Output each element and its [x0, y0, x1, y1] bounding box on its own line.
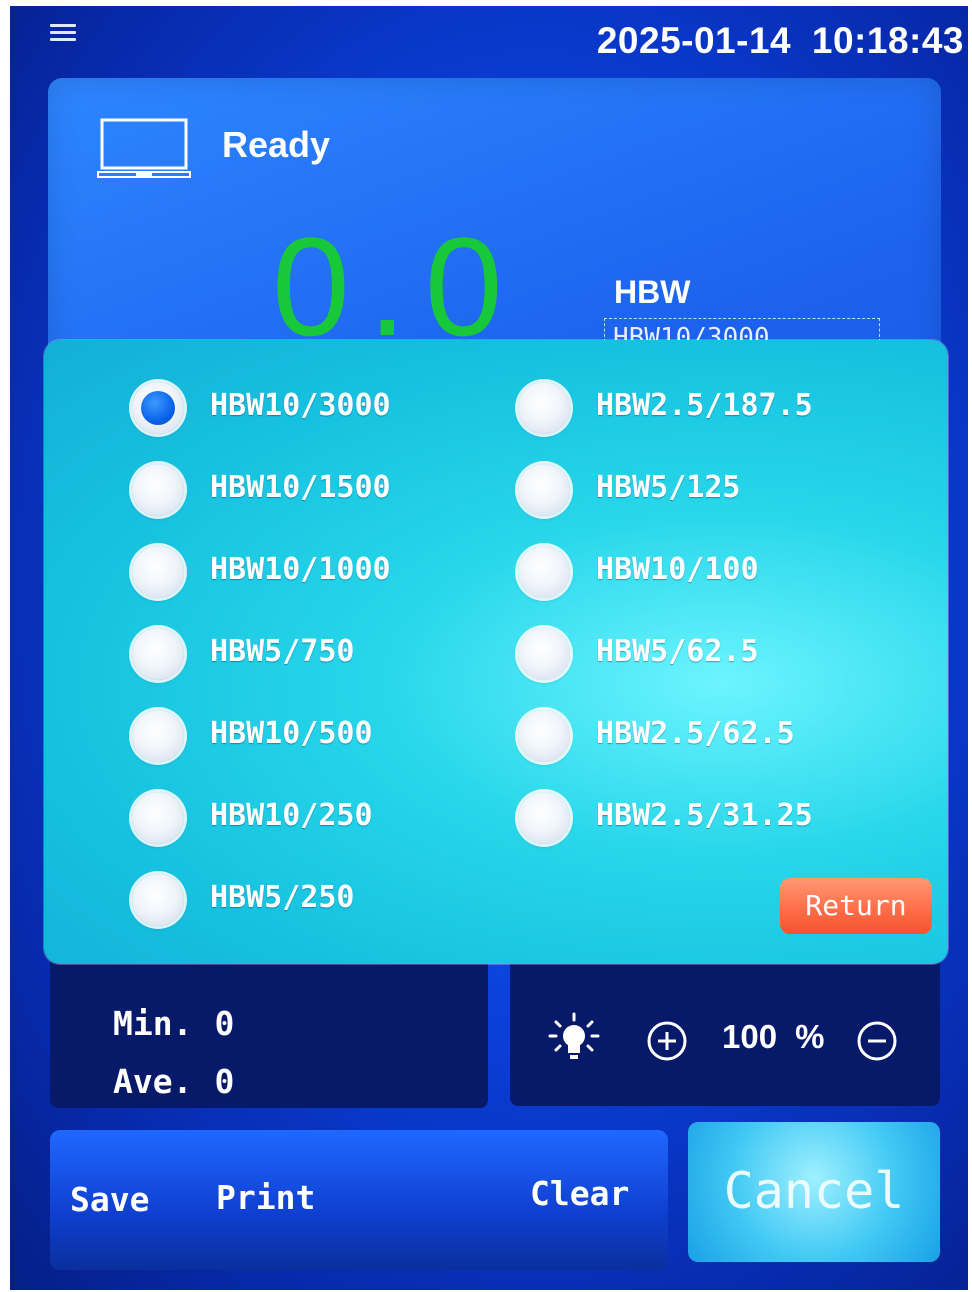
radio-button[interactable] [132, 546, 184, 598]
radio-button[interactable] [132, 464, 184, 516]
scale-option-label: HBW5/750 [210, 634, 355, 669]
radio-button[interactable] [518, 546, 570, 598]
scale-option-label: HBW2.5/31.25 [596, 798, 813, 833]
min-row: Min. 0 [113, 1004, 234, 1043]
ave-value: 0 [214, 1062, 235, 1101]
brightness-decrease-icon[interactable] [856, 1020, 898, 1062]
scale-option-label: HBW5/62.5 [596, 634, 759, 669]
radio-button[interactable] [132, 382, 184, 434]
scale-option-label: HBW10/500 [210, 716, 373, 751]
radio-button[interactable] [132, 628, 184, 680]
datetime: 2025-01-14 10:18:43 [597, 20, 964, 62]
clear-button[interactable]: Clear [530, 1174, 629, 1213]
scale-option-label: HBW10/3000 [210, 388, 391, 423]
radio-button[interactable] [518, 792, 570, 844]
date-text: 2025-01-14 [596, 20, 792, 61]
save-button[interactable]: Save [70, 1180, 149, 1219]
min-value: 0 [214, 1004, 235, 1043]
scale-option-label: HBW10/250 [210, 798, 373, 833]
monitor-icon [97, 118, 191, 178]
brightness-value: 100 [722, 1018, 778, 1055]
radio-button[interactable] [132, 710, 184, 762]
radio-button[interactable] [132, 792, 184, 844]
cancel-button[interactable]: Cancel [688, 1122, 940, 1262]
light-bulb-icon [548, 1012, 600, 1059]
cancel-label: Cancel [723, 1162, 905, 1220]
brightness-increase-icon[interactable] [646, 1020, 688, 1062]
time-text: 10:18:43 [811, 20, 964, 61]
scale-option-label: HBW2.5/187.5 [596, 388, 813, 423]
status-text: Ready [222, 124, 331, 165]
device-screen: 2025-01-14 10:18:43 Ready 0.0 HBW HBW10/… [10, 6, 968, 1290]
scale-option-label: HBW5/125 [596, 470, 741, 505]
scale-option-label: HBW10/100 [596, 552, 759, 587]
radio-button[interactable] [518, 710, 570, 762]
print-button[interactable]: Print [216, 1178, 315, 1217]
radio-button[interactable] [132, 874, 184, 926]
min-label: Min. [113, 1004, 193, 1043]
brightness-unit: % [795, 1018, 825, 1055]
scale-option-label: HBW2.5/62.5 [596, 716, 795, 751]
scale-option-label: HBW10/1000 [210, 552, 391, 587]
scale-label: HBW [614, 274, 691, 310]
menu-icon[interactable] [50, 24, 76, 42]
scale-selection-dialog: HBW10/3000 HBW10/1500 HBW10/1000 HBW5/750 HB… [44, 340, 948, 964]
return-button[interactable]: Return [780, 878, 932, 934]
scale-option-label: HBW10/1500 [210, 470, 391, 505]
radio-button[interactable] [518, 464, 570, 516]
radio-button[interactable] [518, 628, 570, 680]
radio-button[interactable] [518, 382, 570, 434]
ave-row: Ave. 0 [113, 1062, 234, 1101]
scale-option-label: HBW5/250 [210, 880, 355, 915]
ave-label: Ave. [113, 1062, 193, 1101]
brightness-readout: 100% [722, 1018, 824, 1056]
